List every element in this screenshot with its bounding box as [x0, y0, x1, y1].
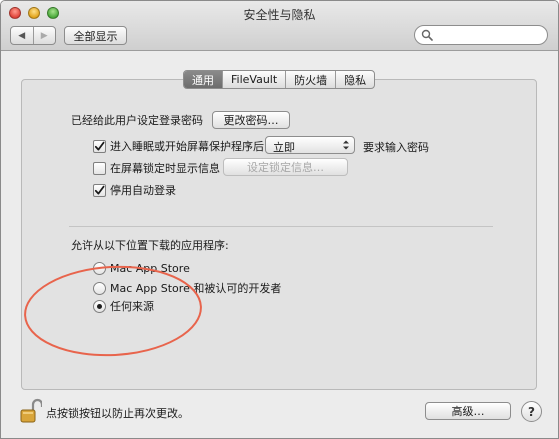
tab-firewall[interactable]: 防火墙 — [285, 71, 335, 88]
back-button[interactable]: ◀ — [11, 27, 33, 44]
download-option-anywhere[interactable]: 任何来源 — [93, 298, 154, 314]
show-all-button[interactable]: 全部显示 — [64, 26, 127, 45]
anywhere-label: 任何来源 — [110, 300, 154, 313]
require-suffix-row: 要求输入密码 — [363, 139, 429, 155]
anywhere-radio[interactable] — [93, 299, 106, 313]
tab-bar: 通用 FileVault 防火墙 隐私 — [183, 70, 376, 89]
app-store-label: Mac App Store — [110, 262, 190, 275]
require-password-suffix: 要求输入密码 — [363, 141, 429, 154]
download-source-heading: 允许从以下位置下载的应用程序: — [71, 239, 229, 252]
footer-bar: 点按锁按钮以防止再次更改。 高级… ? — [1, 390, 558, 438]
require-password-checkbox[interactable] — [93, 139, 106, 153]
show-message-label: 在屏幕锁定时显示信息 — [110, 162, 220, 175]
set-lock-message-button[interactable]: 设定锁定信息… — [223, 158, 348, 176]
forward-button[interactable]: ▶ — [32, 27, 56, 44]
require-password-label: 进入睡眠或开始屏幕保护程序后 — [110, 140, 264, 153]
window-title: 安全性与隐私 — [243, 8, 316, 22]
download-heading-row: 允许从以下位置下载的应用程序: — [71, 237, 229, 253]
password-delay-select[interactable]: 立即 — [265, 136, 355, 154]
unlocked-lock-icon[interactable] — [20, 398, 42, 424]
help-button[interactable]: ? — [521, 401, 542, 422]
title-bar: 安全性与隐私 ◀ ▶ 全部显示 — [1, 1, 558, 51]
disable-auto-login-checkbox[interactable] — [93, 183, 106, 197]
lock-hint-text: 点按锁按钮以防止再次更改。 — [46, 407, 189, 420]
require-password-row: 进入睡眠或开始屏幕保护程序后 — [93, 138, 264, 154]
show-message-checkbox[interactable] — [93, 161, 106, 175]
tab-privacy[interactable]: 隐私 — [335, 71, 374, 88]
advanced-button[interactable]: 高级… — [425, 402, 511, 420]
section-divider — [69, 226, 493, 227]
download-option-app-store[interactable]: Mac App Store — [93, 262, 190, 275]
change-password-button[interactable]: 更改密码… — [212, 111, 290, 129]
tab-filevault[interactable]: FileVault — [222, 71, 285, 88]
app-store-radio[interactable] — [93, 262, 106, 275]
up-down-arrows-icon — [343, 140, 349, 150]
preferences-window: 安全性与隐私 ◀ ▶ 全部显示 通用 FileVault 防火墙 隐私 已经给此… — [0, 0, 559, 439]
download-option-identified[interactable]: Mac App Store 和被认可的开发者 — [93, 280, 281, 296]
login-password-text: 已经给此用户设定登录密码 — [71, 114, 203, 127]
search-icon — [421, 29, 433, 41]
search-input[interactable] — [435, 28, 543, 42]
checkmark-icon — [94, 141, 105, 150]
checkmark-icon — [94, 185, 105, 194]
password-delay-value: 立即 — [273, 141, 295, 154]
disable-auto-login-label: 停用自动登录 — [110, 184, 176, 197]
content-area: 通用 FileVault 防火墙 隐私 已经给此用户设定登录密码 更改密码… 进… — [1, 52, 558, 390]
tab-general[interactable]: 通用 — [184, 71, 222, 88]
show-message-row: 在屏幕锁定时显示信息 — [93, 160, 220, 176]
identified-developers-radio[interactable] — [93, 281, 106, 295]
login-password-row: 已经给此用户设定登录密码 更改密码… — [71, 111, 290, 129]
identified-developers-label: Mac App Store 和被认可的开发者 — [110, 282, 282, 295]
search-field[interactable] — [414, 25, 548, 45]
disable-auto-login-row: 停用自动登录 — [93, 182, 176, 198]
back-forward-control: ◀ ▶ — [10, 26, 56, 45]
